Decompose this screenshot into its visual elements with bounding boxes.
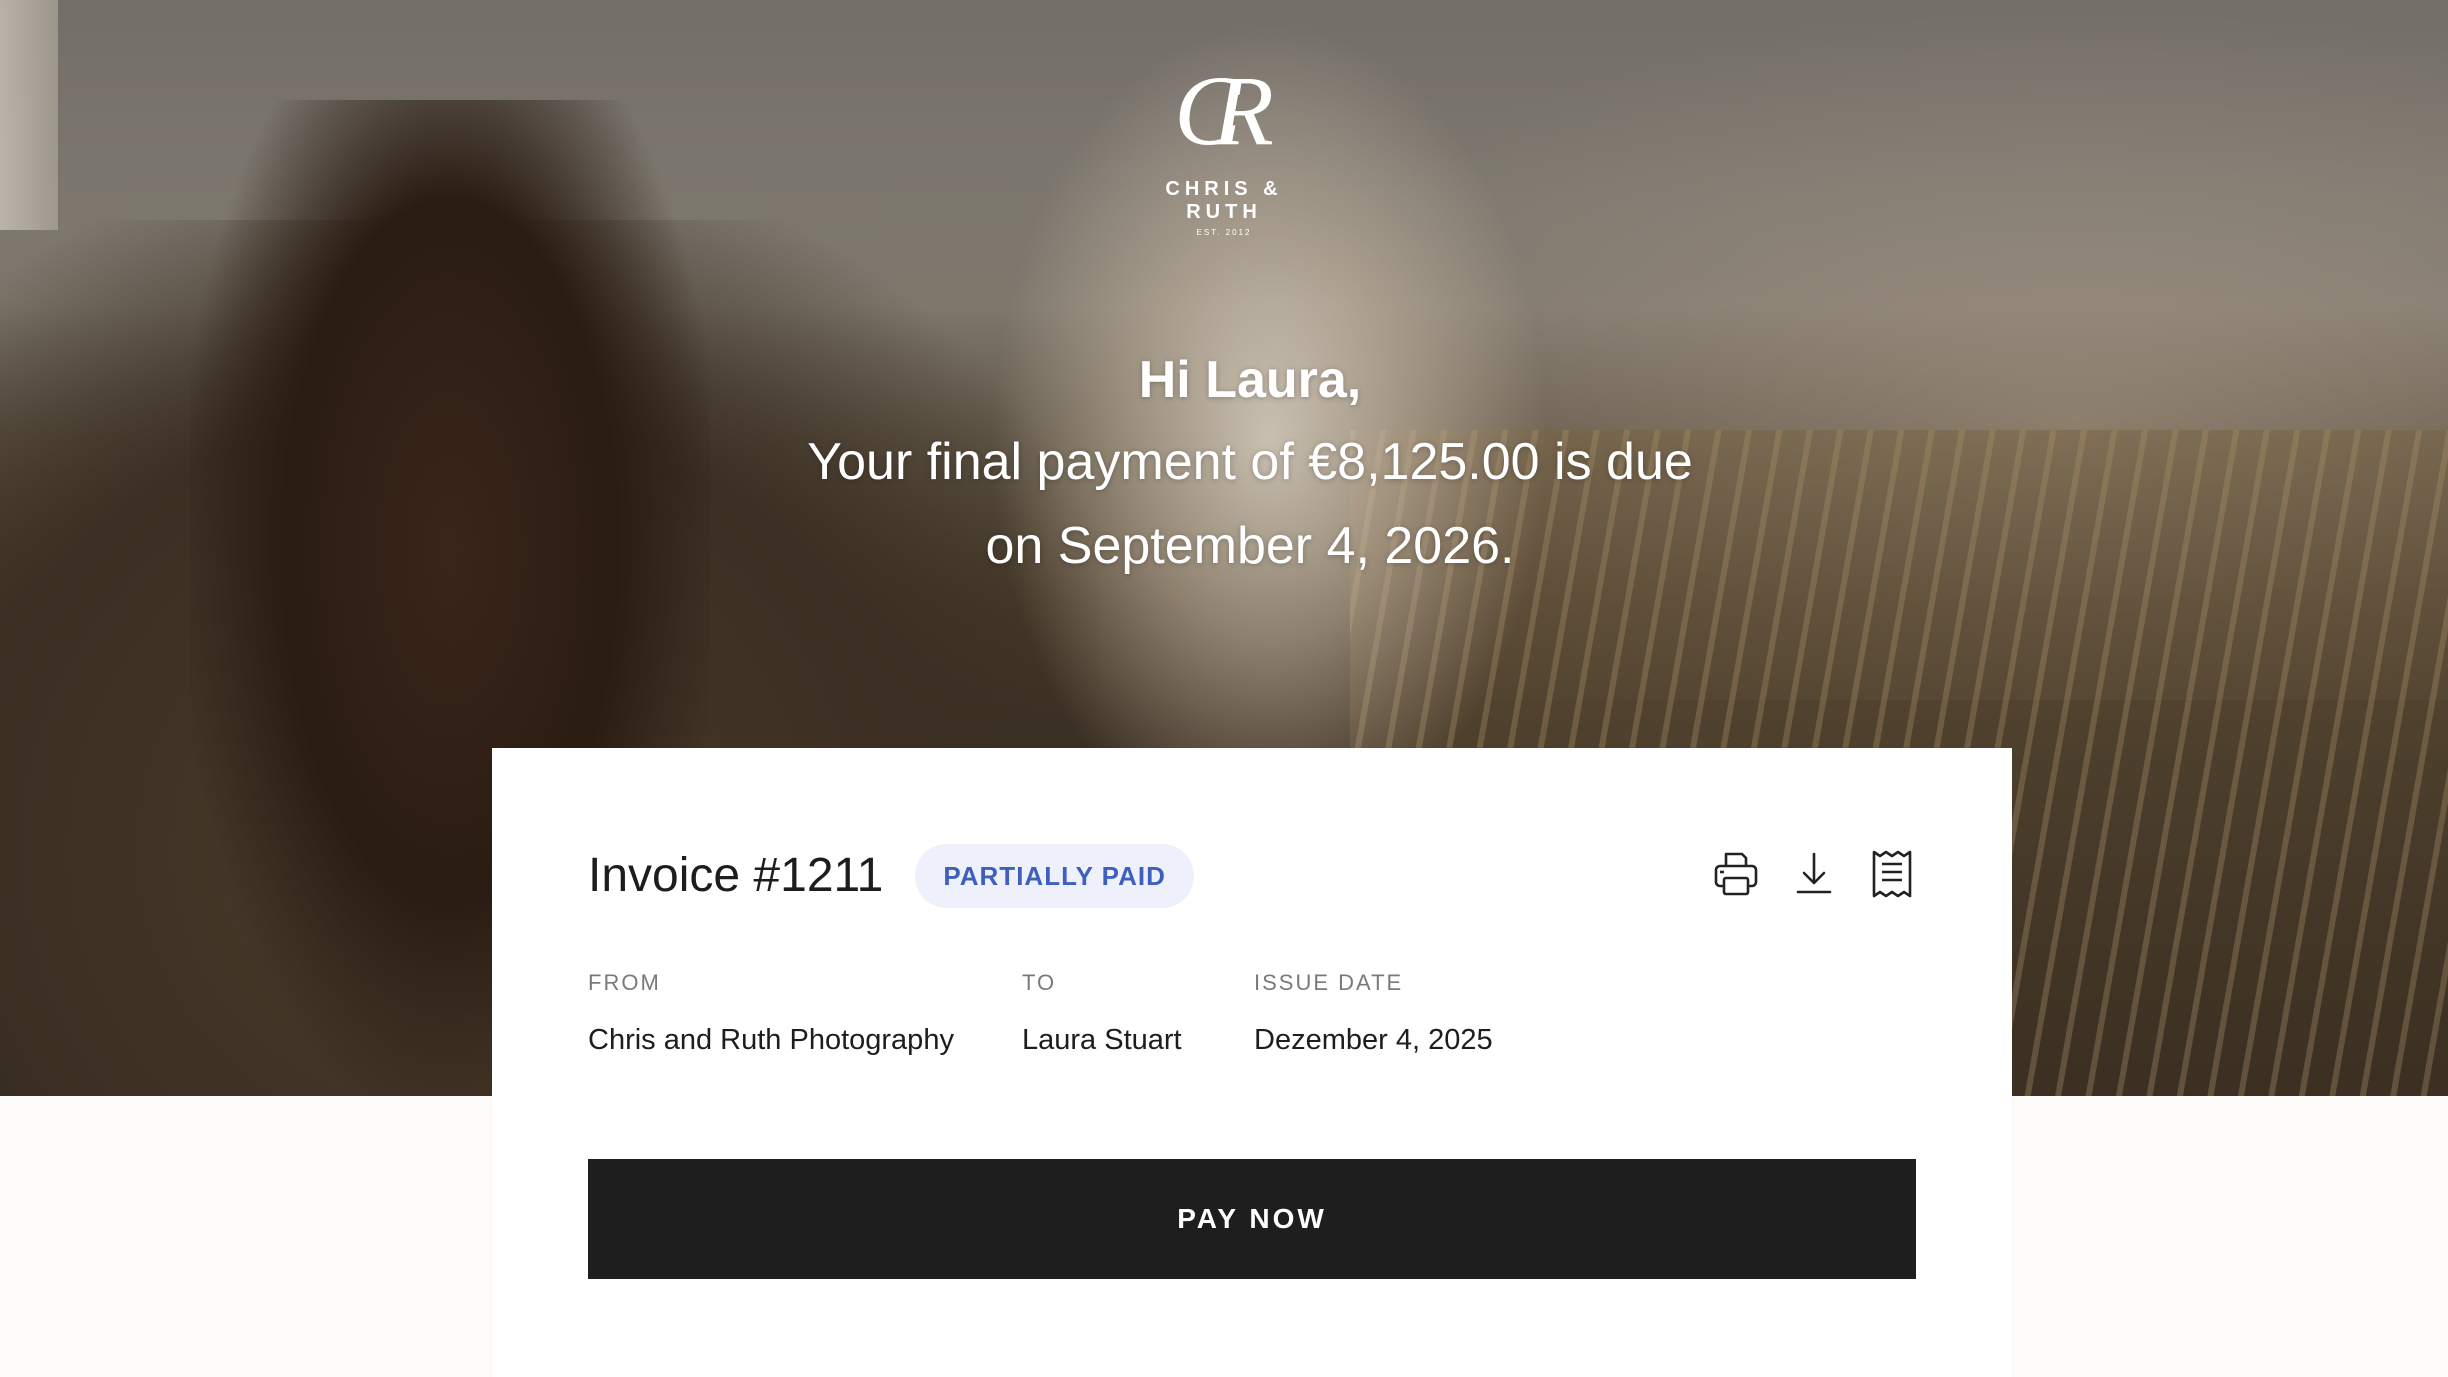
from-label: FROM	[588, 970, 661, 995]
to-value: Laura Stuart	[1022, 1024, 1182, 1056]
download-icon	[1796, 852, 1832, 894]
issue-date-value: Dezember 4, 2025	[1254, 1024, 1493, 1056]
meta-from: FROM Chris and Ruth Photography	[588, 968, 1022, 1060]
receipt-icon	[1872, 850, 1912, 898]
print-button[interactable]	[1712, 848, 1760, 900]
logo-monogram: CR	[1174, 55, 1274, 166]
greeting-line-2: on September 4, 2026.	[985, 517, 1515, 575]
logo-name: CHRIS & RUTH	[1165, 178, 1283, 223]
invoice-actions	[1712, 848, 1916, 900]
logo-est: EST. 2012	[1196, 228, 1252, 237]
brand-logo: CR CHRIS & RUTH EST. 2012	[1124, 55, 1324, 238]
invoice-card: Invoice #1211 PARTIALLY PAID FROM Chris …	[492, 748, 2012, 1377]
receipt-button[interactable]	[1868, 848, 1916, 900]
invoice-header: Invoice #1211 PARTIALLY PAID	[588, 844, 1194, 908]
invoice-title: Invoice #1211	[588, 849, 884, 902]
pay-now-button[interactable]: PAY NOW	[588, 1159, 1916, 1279]
greeting-hi: Hi Laura,	[1138, 351, 1362, 409]
status-badge: PARTIALLY PAID	[915, 844, 1194, 908]
invoice-page: CR CHRIS & RUTH EST. 2012 Hi Laura, Your…	[0, 0, 2448, 1377]
meta-issue-date: ISSUE DATE Dezember 4, 2025	[1254, 968, 1574, 1060]
printer-icon	[1714, 852, 1758, 896]
invoice-meta: FROM Chris and Ruth Photography TO Laura…	[588, 968, 1574, 1060]
issue-date-label: ISSUE DATE	[1254, 970, 1404, 995]
greeting-block: Hi Laura, Your final payment of €8,125.0…	[624, 340, 1876, 588]
greeting-line-1: Your final payment of €8,125.00 is due	[807, 433, 1693, 491]
from-value: Chris and Ruth Photography	[588, 1024, 954, 1056]
download-button[interactable]	[1790, 848, 1838, 900]
meta-to: TO Laura Stuart	[1022, 968, 1254, 1060]
hero-tower	[0, 0, 58, 230]
to-label: TO	[1022, 970, 1057, 995]
